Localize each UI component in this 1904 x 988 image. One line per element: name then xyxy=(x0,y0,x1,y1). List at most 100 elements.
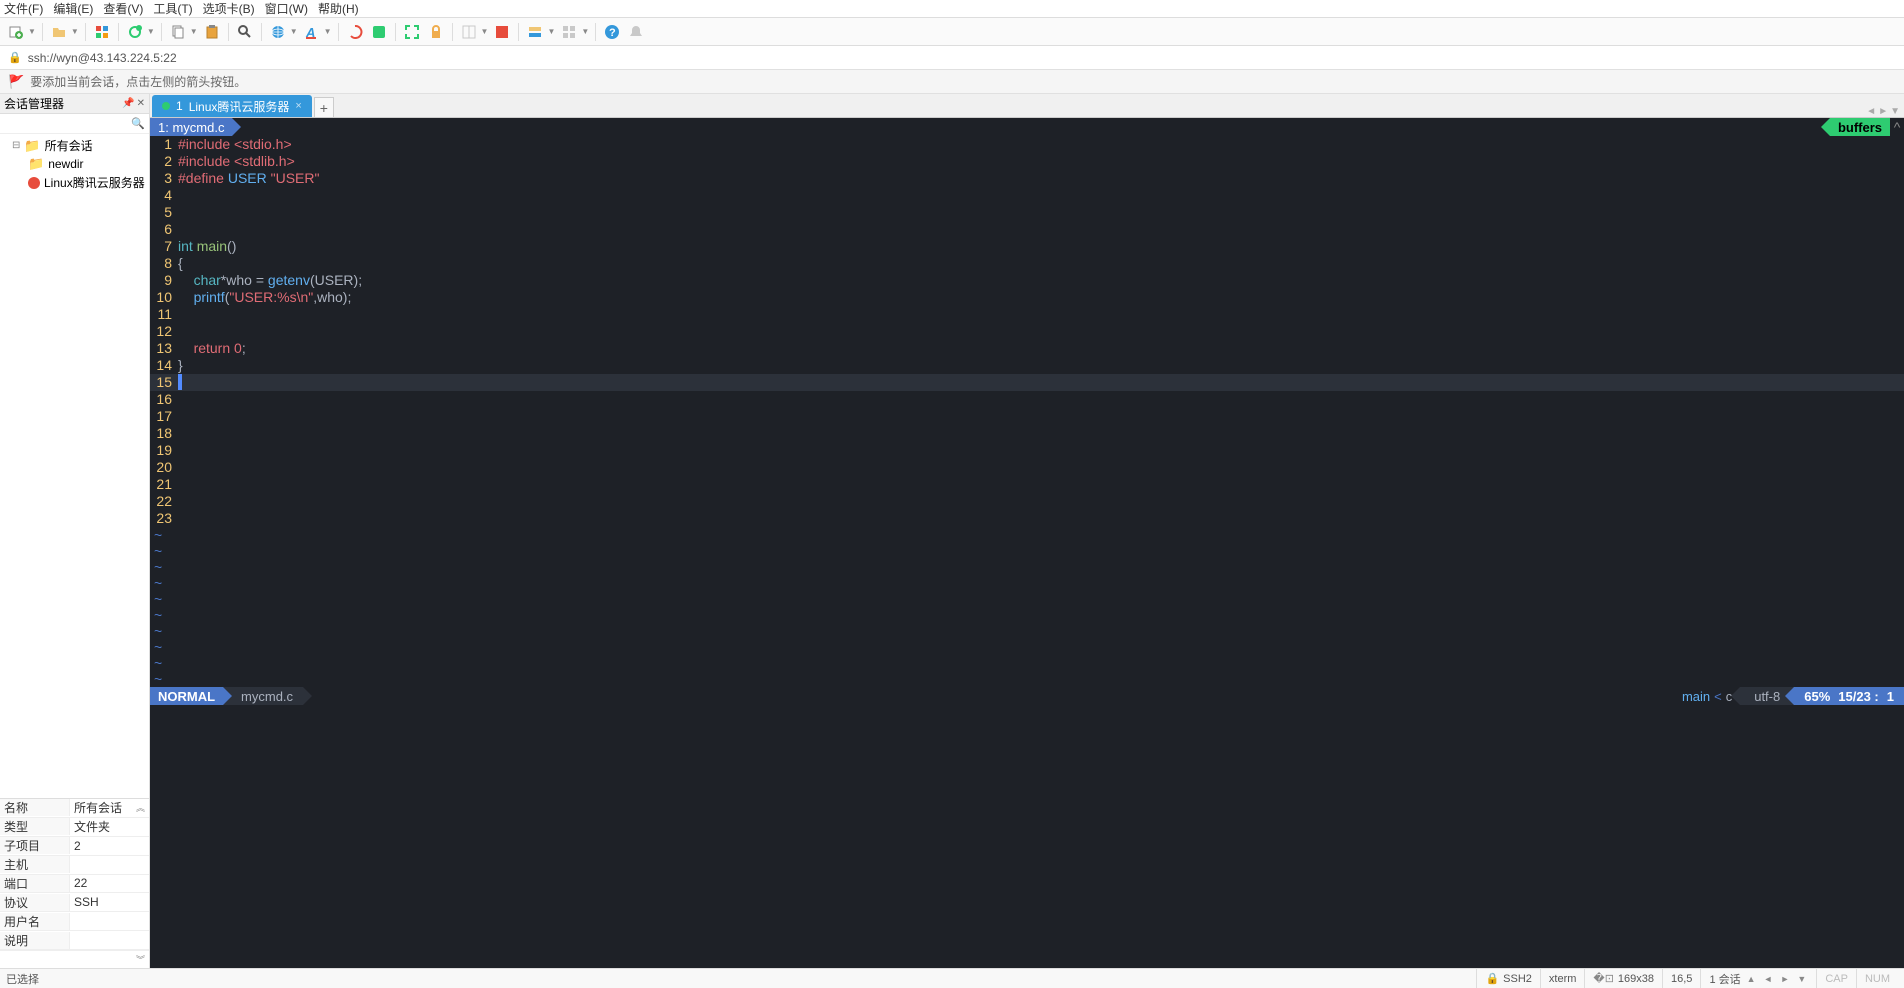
property-row: 类型文件夹 xyxy=(0,818,149,837)
close-icon[interactable]: ✕ xyxy=(137,98,145,109)
empty-line: ~ xyxy=(150,527,1904,543)
notification-icon[interactable] xyxy=(626,22,646,42)
pin-icon[interactable]: 📌 xyxy=(122,98,134,109)
vim-buffers-label: buffers xyxy=(1830,118,1890,136)
code-line: 3#define USER "USER" xyxy=(150,170,1904,187)
empty-line: ~ xyxy=(150,607,1904,623)
code-line: 14} xyxy=(150,357,1904,374)
folder-icon: 📁 xyxy=(24,138,40,154)
sidebar-filter[interactable]: 🔍 xyxy=(0,114,149,134)
session-tab[interactable]: 1 Linux腾讯云服务器 × xyxy=(152,95,312,117)
tab-index: 1 xyxy=(176,99,183,113)
dropdown-icon[interactable]: ▼ xyxy=(71,27,79,36)
code-line: 6 xyxy=(150,221,1904,238)
code-line: 21 xyxy=(150,476,1904,493)
property-label: 类型 xyxy=(0,818,70,835)
property-row: 端口22 xyxy=(0,875,149,894)
tab-prev-icon[interactable]: ◄ xyxy=(1866,106,1876,117)
code-line: 23 xyxy=(150,510,1904,527)
code-line: 20 xyxy=(150,459,1904,476)
flag-icon[interactable]: 🚩 xyxy=(8,74,24,90)
terminal[interactable]: 1: mycmd.c buffers ^ 1#include <stdio.h>… xyxy=(150,118,1904,968)
grid-icon[interactable] xyxy=(559,22,579,42)
tree-item[interactable]: Linux腾讯云服务器 xyxy=(2,173,147,192)
sidebar-title: 会话管理器 xyxy=(4,95,64,112)
lock-icon[interactable] xyxy=(426,22,446,42)
buffers-caret-icon: ^ xyxy=(1890,118,1904,136)
status-protocol: 🔒SSH2 xyxy=(1476,969,1539,988)
server-icon xyxy=(28,177,40,189)
session-next-icon[interactable]: ► xyxy=(1778,974,1791,984)
help-icon[interactable]: ? xyxy=(602,22,622,42)
property-value: 文件夹 xyxy=(70,818,149,835)
dropdown-icon[interactable]: ▼ xyxy=(547,27,555,36)
status-caps: CAP xyxy=(1816,969,1856,988)
code-line: 9 char*who = getenv(USER); xyxy=(150,272,1904,289)
menu-item[interactable]: 选项卡(B) xyxy=(203,0,255,17)
menu-item[interactable]: 帮助(H) xyxy=(318,0,359,17)
menu-item[interactable]: 文件(F) xyxy=(4,0,43,17)
disconnect-icon[interactable] xyxy=(125,22,145,42)
tree-item-label: Linux腾讯云服务器 xyxy=(44,174,145,191)
open-icon[interactable] xyxy=(49,22,69,42)
tab-close-icon[interactable]: × xyxy=(295,100,301,112)
menu-item[interactable]: 查看(V) xyxy=(103,0,143,17)
property-label: 用户名 xyxy=(0,913,70,930)
svg-text:?: ? xyxy=(609,27,616,39)
code-line: 13 return 0; xyxy=(150,340,1904,357)
session-down-icon[interactable]: ▼ xyxy=(1795,974,1808,984)
tab-list-icon[interactable]: ▼ xyxy=(1890,106,1900,117)
search-icon[interactable]: 🔍 xyxy=(131,117,145,130)
tree-item[interactable]: 📁newdir xyxy=(2,155,147,173)
code-area: 1#include <stdio.h>2#include <stdlib.h>3… xyxy=(150,136,1904,527)
menu-item[interactable]: 编辑(E) xyxy=(53,0,93,17)
tab-next-icon[interactable]: ► xyxy=(1878,106,1888,117)
globe-icon[interactable] xyxy=(268,22,288,42)
terminal-green-icon[interactable] xyxy=(369,22,389,42)
layout2-icon[interactable] xyxy=(492,22,512,42)
property-label: 子项目 xyxy=(0,837,70,854)
dropdown-icon[interactable]: ▼ xyxy=(290,27,298,36)
dropdown-icon[interactable]: ▼ xyxy=(190,27,198,36)
tree-item[interactable]: ⊟📁所有会话 xyxy=(2,136,147,155)
code-line: 16 xyxy=(150,391,1904,408)
property-label: 名称 xyxy=(0,799,70,816)
status-num: NUM xyxy=(1856,969,1898,988)
dropdown-icon[interactable]: ▼ xyxy=(28,27,36,36)
paste-icon[interactable] xyxy=(202,22,222,42)
property-label: 主机 xyxy=(0,856,70,873)
status-bar: 已选择 🔒SSH2 xterm �⊡169x38 16,5 1 会话 ▲ ◄ ►… xyxy=(0,968,1904,988)
property-row: 协议SSH xyxy=(0,893,149,912)
menu-item[interactable]: 工具(T) xyxy=(153,0,192,17)
dropdown-icon[interactable]: ▼ xyxy=(581,27,589,36)
dropdown-icon[interactable]: ▼ xyxy=(147,27,155,36)
session-tree: ⊟📁所有会话📁newdirLinux腾讯云服务器 xyxy=(0,134,149,798)
add-tab-button[interactable]: + xyxy=(314,97,334,117)
address-text: ssh://wyn@43.143.224.5:22 xyxy=(28,51,177,65)
dropdown-icon[interactable]: ▼ xyxy=(481,27,489,36)
property-label: 端口 xyxy=(0,875,70,892)
find-icon[interactable] xyxy=(235,22,255,42)
status-dot-icon xyxy=(162,102,170,110)
new-session-icon[interactable] xyxy=(6,22,26,42)
property-label: 协议 xyxy=(0,894,70,911)
dropdown-icon[interactable]: ▼ xyxy=(324,27,332,36)
property-row: 名称所有会话︽ xyxy=(0,799,149,818)
vim-position: 65% 15/23 : 1 xyxy=(1794,687,1904,705)
session-prev-icon[interactable]: ◄ xyxy=(1762,974,1775,984)
layout1-icon[interactable] xyxy=(459,22,479,42)
menu-item[interactable]: 窗口(W) xyxy=(265,0,308,17)
font-icon[interactable]: A xyxy=(302,22,322,42)
session-up-icon[interactable]: ▲ xyxy=(1745,974,1758,984)
tools-icon[interactable] xyxy=(525,22,545,42)
vim-mode: NORMAL xyxy=(150,687,223,705)
empty-line: ~ xyxy=(150,543,1904,559)
property-label: 说明 xyxy=(0,932,70,949)
fullscreen-icon[interactable] xyxy=(402,22,422,42)
status-termtype: xterm xyxy=(1540,969,1585,988)
property-row: 用户名 xyxy=(0,912,149,931)
copy-icon[interactable] xyxy=(168,22,188,42)
swirl-icon[interactable] xyxy=(345,22,365,42)
reconnect-icon[interactable] xyxy=(92,22,112,42)
toolbar: ▼ ▼ ▼ ▼ ▼ A ▼ ▼ ▼ ▼ ? xyxy=(0,18,1904,46)
